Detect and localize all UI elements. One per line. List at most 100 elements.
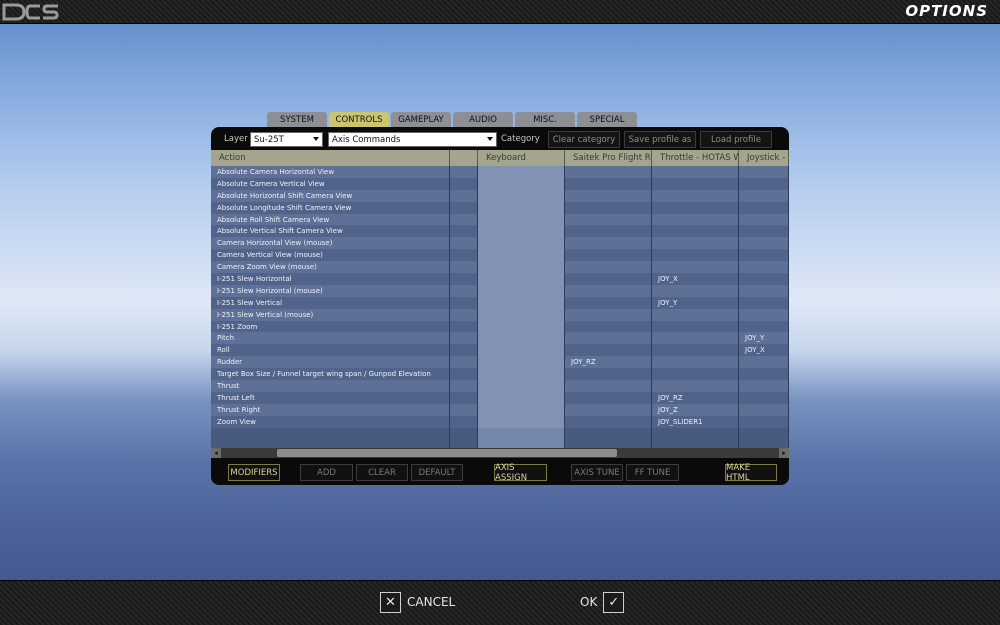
table-row[interactable]: Camera Horizontal View (mouse)	[211, 237, 789, 250]
cell-keyboard[interactable]	[478, 308, 565, 321]
table-row[interactable]: Absolute Horizontal Shift Camera View	[211, 189, 789, 202]
cell-blank[interactable]	[450, 177, 478, 190]
scroll-left-icon[interactable]: ◂	[211, 448, 221, 458]
cell-joystick[interactable]	[739, 368, 789, 381]
cell-rudder[interactable]	[565, 380, 652, 392]
table-row[interactable]: I-251 Slew Vertical JOY_Y	[211, 296, 789, 309]
cell-rudder[interactable]	[565, 189, 652, 202]
cell-joystick[interactable]	[739, 249, 789, 262]
table-row[interactable]: Thrust Left JOY_RZ	[211, 391, 789, 404]
category-select[interactable]: Axis Commands	[328, 132, 497, 147]
cell-keyboard[interactable]	[478, 261, 565, 274]
cell-throttle[interactable]	[652, 308, 739, 321]
cell-throttle[interactable]	[652, 356, 739, 369]
save-profile-button[interactable]: Save profile as	[624, 131, 696, 148]
cell-throttle[interactable]	[652, 237, 739, 250]
table-row[interactable]: Absolute Camera Horizontal View	[211, 166, 789, 178]
cell-action[interactable]: Rudder	[211, 356, 450, 369]
scrollbar-thumb[interactable]	[277, 449, 617, 457]
cell-action[interactable]: I-251 Slew Horizontal (mouse)	[211, 284, 450, 297]
make-html-button[interactable]: MAKE HTML	[725, 463, 777, 483]
table-row[interactable]: I-251 Zoom	[211, 320, 789, 333]
table-row[interactable]: Target Box Size / Funnel target wing spa…	[211, 368, 789, 381]
column-header-blank[interactable]	[450, 150, 478, 166]
ff-tune-button[interactable]: FF TUNE	[626, 464, 679, 481]
cell-action[interactable]: Thrust Right	[211, 403, 450, 416]
cell-joystick[interactable]	[739, 415, 789, 428]
cell-joystick[interactable]: JOY_X	[739, 344, 789, 357]
table-row[interactable]: Pitch JOY_Y	[211, 332, 789, 345]
cell-keyboard[interactable]	[478, 332, 565, 345]
cell-throttle[interactable]	[652, 225, 739, 238]
cell-rudder[interactable]	[565, 201, 652, 214]
cell-blank[interactable]	[450, 237, 478, 250]
cell-blank[interactable]	[450, 225, 478, 238]
cell-joystick[interactable]	[739, 261, 789, 274]
cell-action[interactable]: Roll	[211, 344, 450, 357]
cell-action[interactable]: Absolute Vertical Shift Camera View	[211, 225, 450, 238]
cell-blank[interactable]	[450, 261, 478, 274]
cell-action[interactable]: Zoom View	[211, 415, 450, 428]
table-row[interactable]: Thrust	[211, 380, 789, 392]
cell-throttle[interactable]	[652, 249, 739, 262]
cell-throttle[interactable]	[652, 344, 739, 357]
cell-throttle[interactable]	[652, 201, 739, 214]
cell-action[interactable]: I-251 Slew Horizontal	[211, 273, 450, 285]
cell-action[interactable]: Pitch	[211, 332, 450, 345]
axis-assign-button[interactable]: AXIS ASSIGN	[494, 463, 547, 483]
cell-rudder[interactable]	[565, 249, 652, 262]
modifiers-button[interactable]: MODIFIERS	[228, 464, 280, 481]
table-row[interactable]: I-251 Slew Vertical (mouse)	[211, 308, 789, 321]
cell-joystick[interactable]	[739, 237, 789, 250]
cell-blank[interactable]	[450, 213, 478, 226]
cell-rudder[interactable]	[565, 237, 652, 250]
cell-action[interactable]: Camera Vertical View (mouse)	[211, 249, 450, 262]
cell-action[interactable]: Absolute Camera Horizontal View	[211, 166, 450, 178]
column-header-throttle[interactable]: Throttle - HOTAS Warthog	[652, 150, 739, 166]
cell-action[interactable]: I-251 Zoom	[211, 320, 450, 333]
cell-blank[interactable]	[450, 320, 478, 333]
cell-keyboard[interactable]	[478, 213, 565, 226]
cell-joystick[interactable]	[739, 391, 789, 404]
cell-rudder[interactable]	[565, 344, 652, 357]
cell-action[interactable]: I-251 Slew Vertical	[211, 296, 450, 309]
cell-throttle[interactable]	[652, 380, 739, 392]
cell-throttle[interactable]	[652, 189, 739, 202]
cell-keyboard[interactable]	[478, 225, 565, 238]
cell-throttle[interactable]	[652, 284, 739, 297]
cell-throttle[interactable]	[652, 213, 739, 226]
horizontal-scrollbar[interactable]: ◂ ▸	[211, 448, 789, 458]
cell-rudder[interactable]	[565, 225, 652, 238]
cell-rudder[interactable]	[565, 415, 652, 428]
cell-throttle[interactable]: JOY_Z	[652, 403, 739, 416]
cell-rudder[interactable]: JOY_RZ	[565, 356, 652, 369]
table-row[interactable]: Rudder JOY_RZ	[211, 356, 789, 369]
cell-blank[interactable]	[450, 249, 478, 262]
table-row[interactable]: I-251 Slew Horizontal (mouse)	[211, 284, 789, 297]
cell-blank[interactable]	[450, 166, 478, 178]
load-profile-button[interactable]: Load profile	[700, 131, 772, 148]
cell-joystick[interactable]: JOY_Y	[739, 332, 789, 345]
layer-select[interactable]: Su-25T	[250, 132, 323, 147]
cell-throttle[interactable]: JOY_Y	[652, 296, 739, 309]
cell-rudder[interactable]	[565, 166, 652, 178]
cell-action[interactable]: Absolute Roll Shift Camera View	[211, 213, 450, 226]
cell-throttle[interactable]	[652, 320, 739, 333]
cell-joystick[interactable]	[739, 296, 789, 309]
cell-rudder[interactable]	[565, 213, 652, 226]
cell-blank[interactable]	[450, 273, 478, 285]
cell-throttle[interactable]: JOY_RZ	[652, 391, 739, 404]
cell-rudder[interactable]	[565, 308, 652, 321]
table-row[interactable]: Camera Zoom View (mouse)	[211, 261, 789, 274]
cell-rudder[interactable]	[565, 320, 652, 333]
cell-throttle[interactable]	[652, 177, 739, 190]
cell-joystick[interactable]	[739, 403, 789, 416]
cell-throttle[interactable]	[652, 261, 739, 274]
cell-keyboard[interactable]	[478, 166, 565, 178]
cell-blank[interactable]	[450, 296, 478, 309]
cell-keyboard[interactable]	[478, 177, 565, 190]
clear-category-button[interactable]: Clear category	[548, 131, 620, 148]
tab-audio[interactable]: AUDIO	[453, 112, 513, 127]
cell-rudder[interactable]	[565, 368, 652, 381]
ok-button[interactable]: OK ✓	[580, 591, 625, 613]
